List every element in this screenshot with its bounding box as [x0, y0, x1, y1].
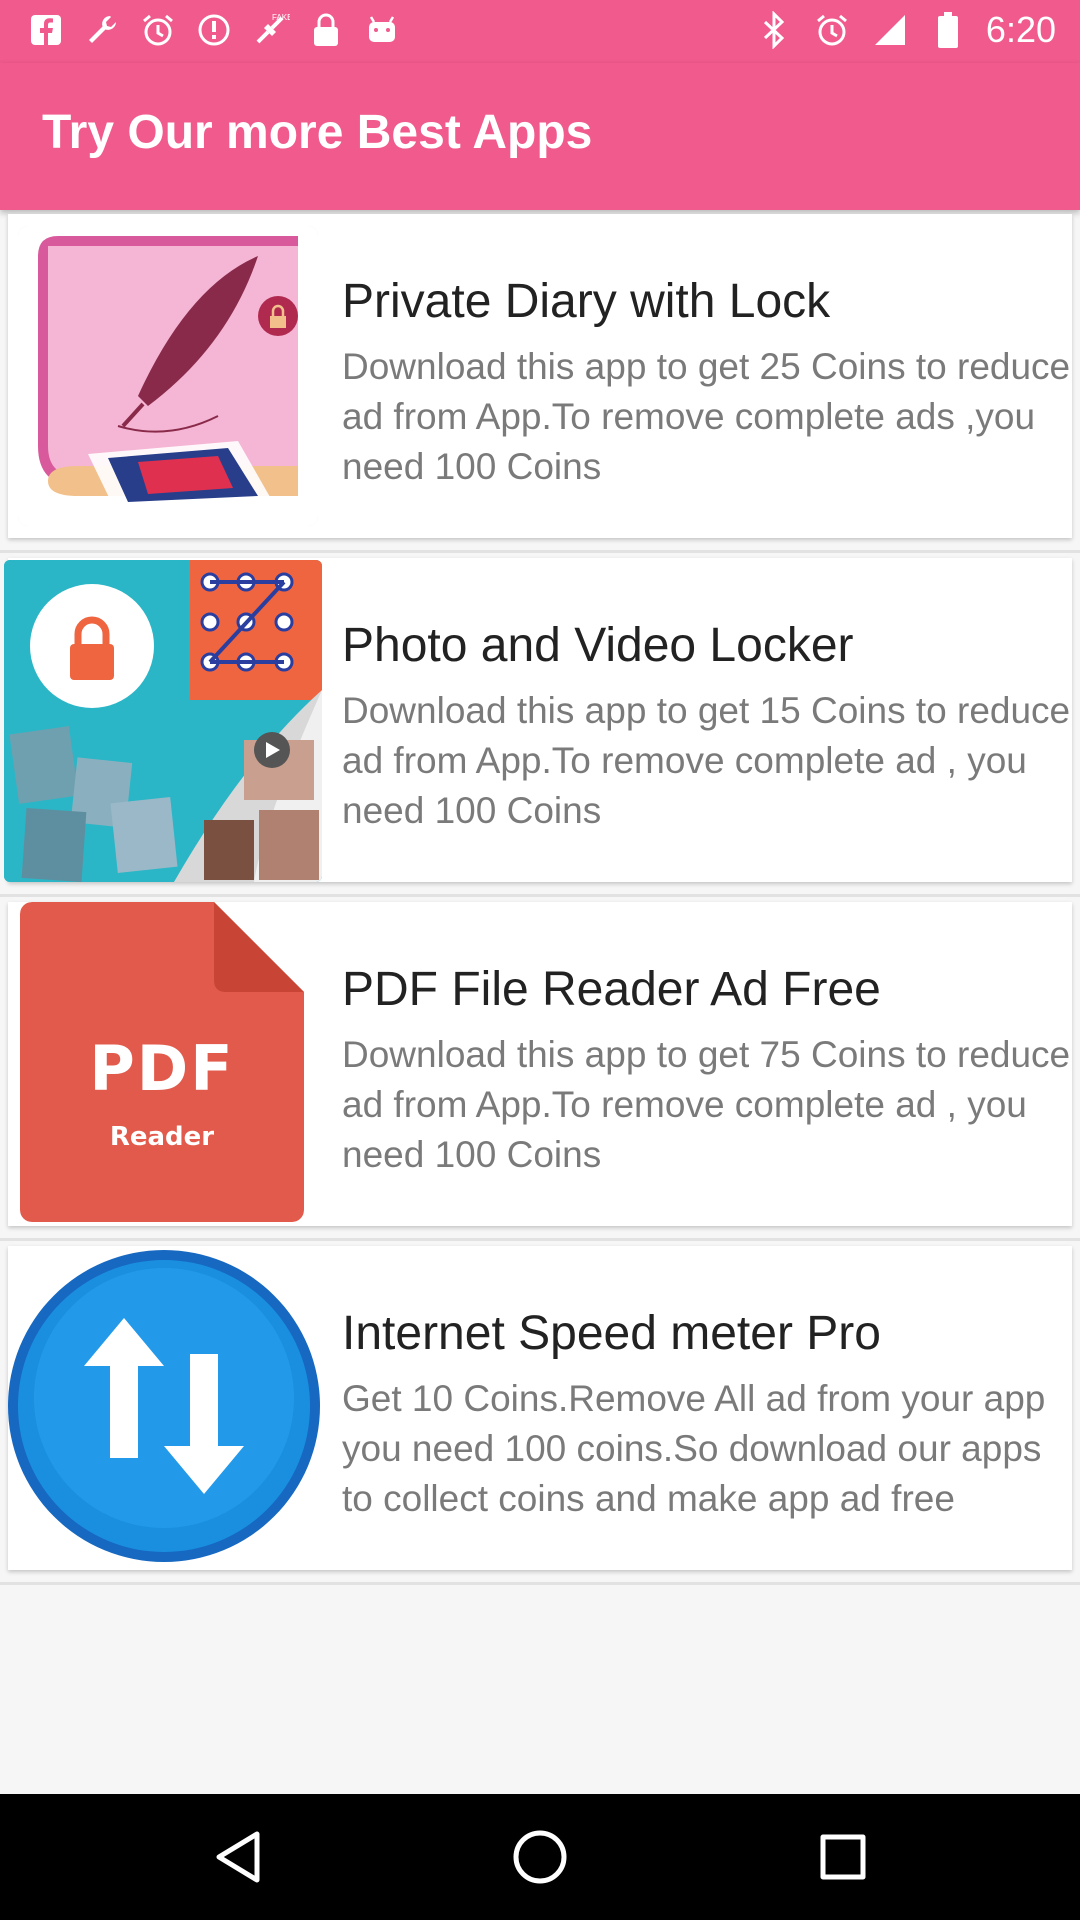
app-description: Download this app to get 75 Coins to red… — [342, 1034, 1071, 1175]
diary-icon — [18, 226, 318, 526]
signal-icon — [870, 10, 910, 50]
app-card-photo-video-locker[interactable]: Photo and Video Locker Download this app… — [4, 558, 1072, 882]
app-card-speed-meter[interactable]: Internet Speed meter Pro Get 10 Coins.Re… — [8, 1246, 1072, 1570]
app-card-private-diary[interactable]: Private Diary with Lock Download this ap… — [8, 214, 1072, 538]
divider — [0, 1238, 1080, 1241]
status-icons-left: FAKE — [26, 10, 402, 50]
android-icon — [362, 10, 402, 50]
bluetooth-icon — [754, 10, 794, 50]
app-card-pdf-reader[interactable]: PDF Reader PDF File Reader Ad Free Downl… — [8, 902, 1072, 1226]
facebook-icon — [26, 10, 66, 50]
pdf-reader-icon: PDF Reader — [20, 902, 304, 1222]
divider — [0, 550, 1080, 553]
back-icon[interactable] — [208, 1827, 268, 1887]
app-title: Private Diary with Lock — [342, 275, 831, 328]
svg-text:FAKE: FAKE — [272, 13, 290, 22]
app-description: Get 10 Coins.Remove All ad from your app… — [342, 1378, 1046, 1519]
navigation-bar — [0, 1794, 1080, 1920]
speed-meter-icon — [6, 1248, 322, 1564]
status-time: 6:20 — [985, 9, 1056, 50]
fake-gps-icon: FAKE — [250, 10, 290, 50]
home-icon[interactable] — [510, 1827, 570, 1887]
divider — [0, 894, 1080, 897]
divider — [0, 1582, 1080, 1585]
recents-icon[interactable] — [813, 1827, 873, 1887]
status-icons-right: 6:20 — [754, 10, 1056, 50]
app-title: PDF File Reader Ad Free — [342, 963, 881, 1016]
app-title: Photo and Video Locker — [342, 619, 854, 672]
app-title: Internet Speed meter Pro — [342, 1307, 881, 1360]
battery-icon — [928, 10, 968, 50]
wrench-icon — [82, 10, 122, 50]
pdf-icon-subtext: Reader — [109, 1122, 215, 1152]
app-bar: Try Our more Best Apps — [0, 63, 1080, 210]
app-description: Download this app to get 25 Coins to red… — [342, 346, 1071, 487]
lock-icon — [306, 10, 346, 50]
clock-alert-icon — [194, 10, 234, 50]
alarm-icon — [138, 10, 178, 50]
pdf-icon-text: PDF — [89, 1032, 235, 1105]
photo-locker-icon — [4, 560, 322, 882]
alarm-icon-right — [812, 10, 852, 50]
status-bar: FAKE 6:20 — [0, 0, 1080, 63]
app-description: Download this app to get 15 Coins to red… — [342, 690, 1071, 831]
page-title: Try Our more Best Apps — [42, 106, 593, 159]
